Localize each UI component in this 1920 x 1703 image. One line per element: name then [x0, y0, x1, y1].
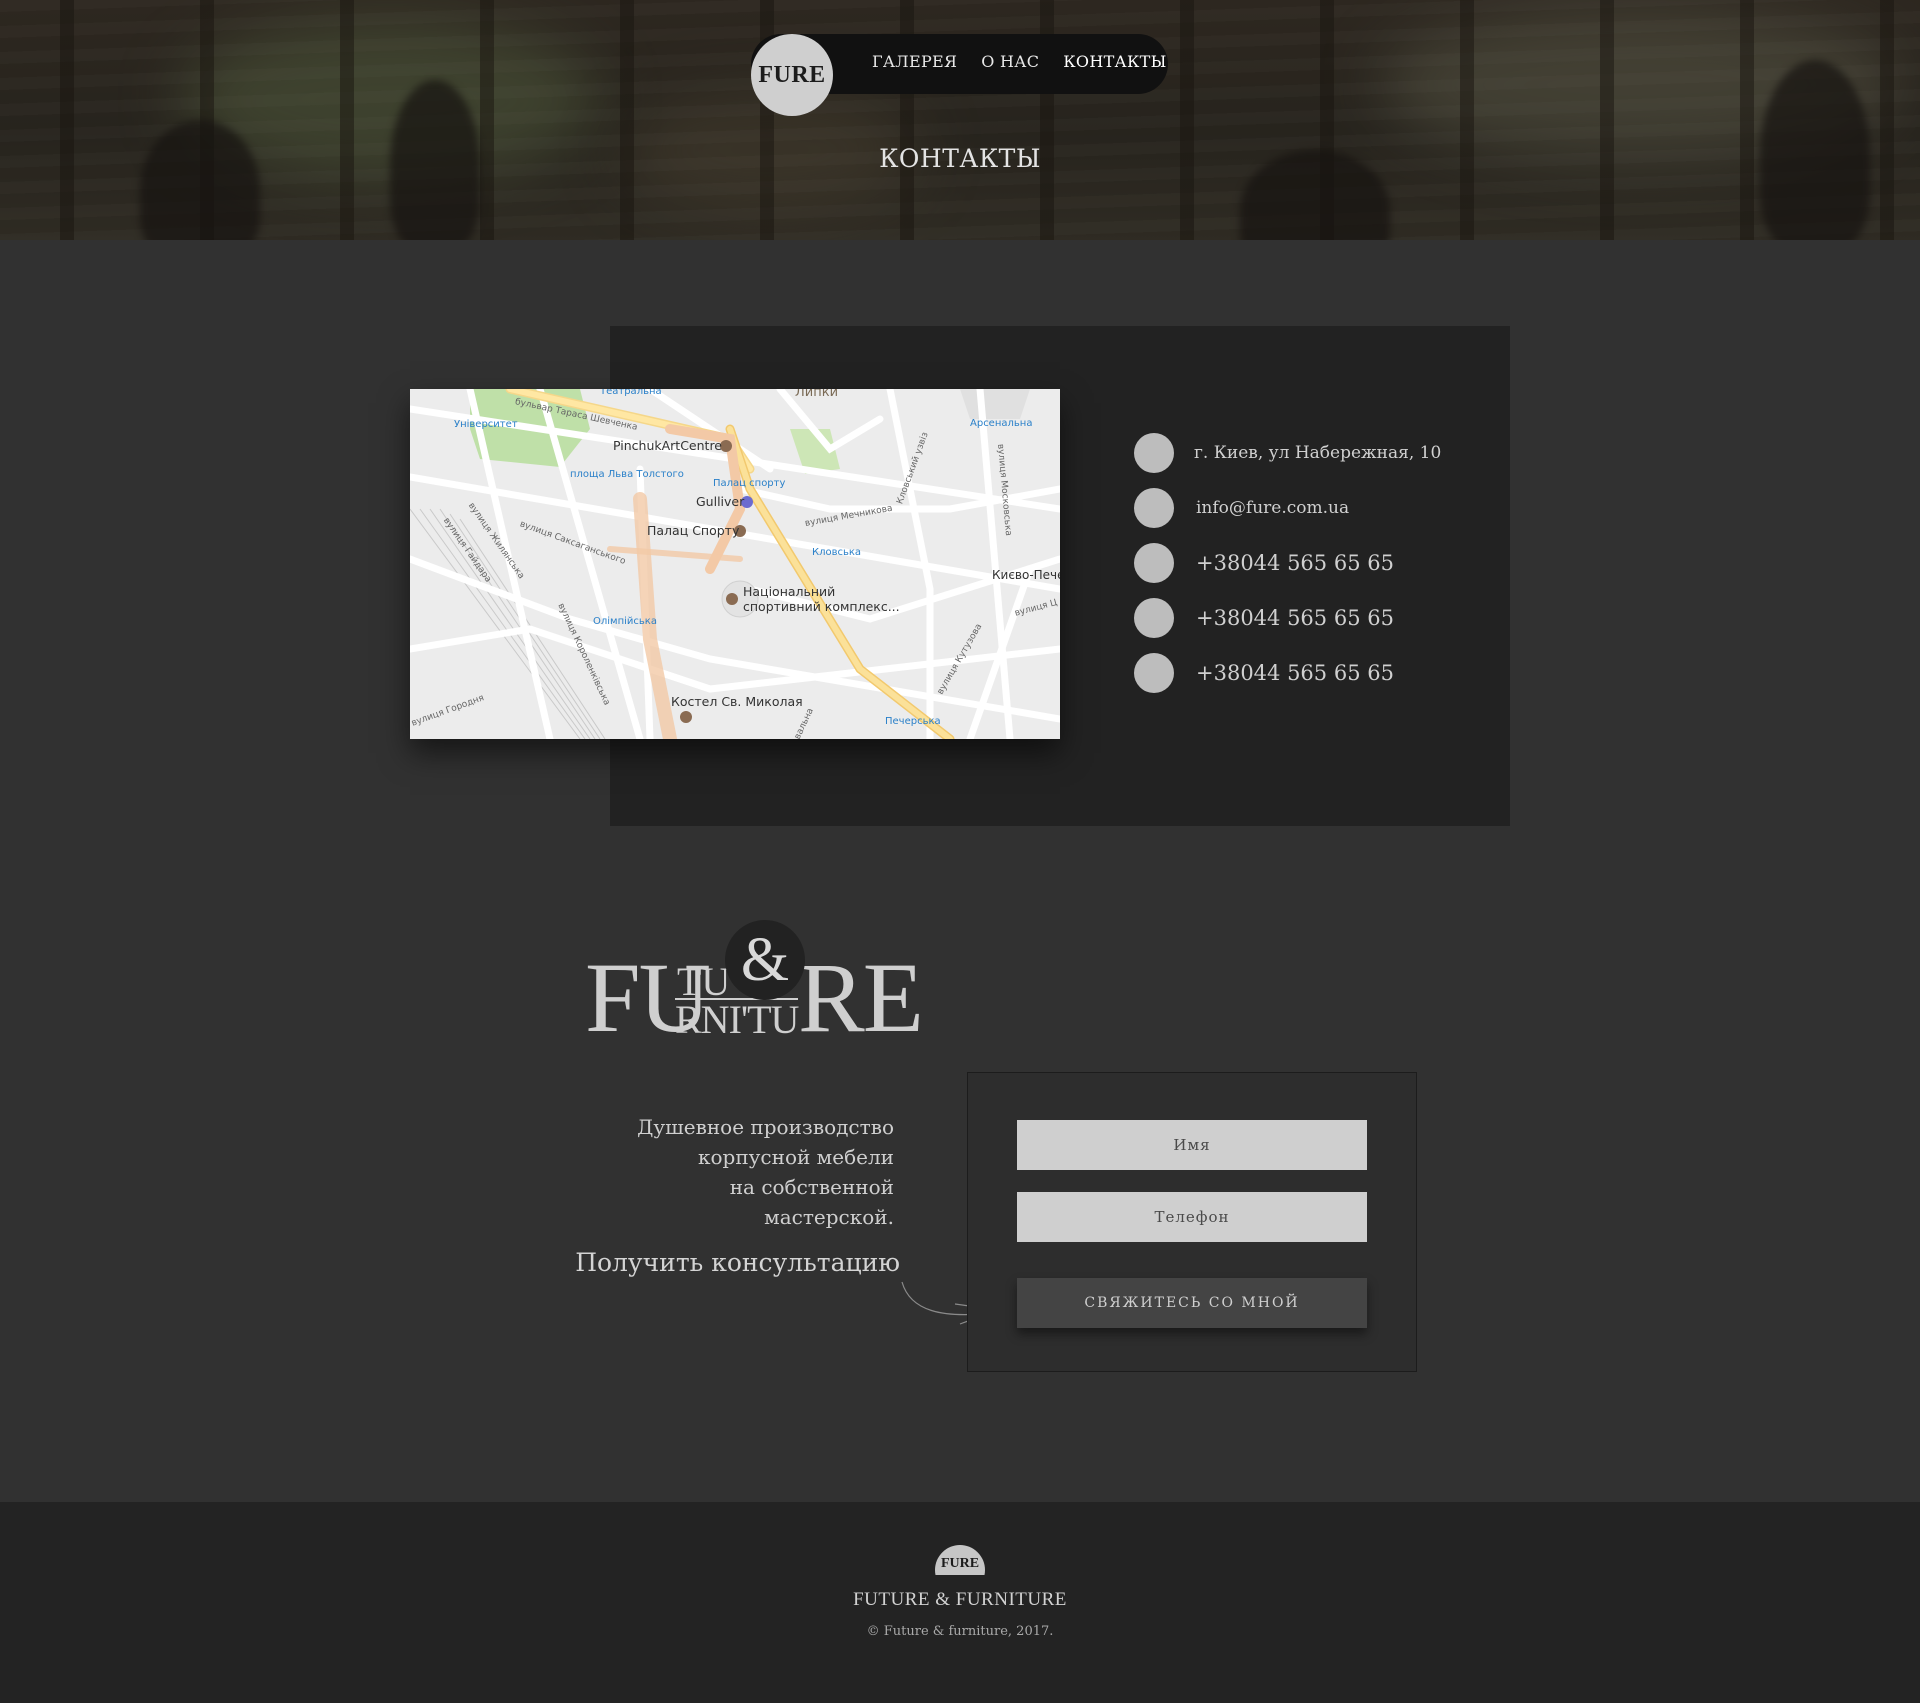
mail-icon: [1134, 488, 1174, 528]
consultation-form: СВЯЖИТЕСЬ СО МНОЙ: [967, 1072, 1417, 1372]
contact-me-button[interactable]: СВЯЖИТЕСЬ СО МНОЙ: [1017, 1278, 1367, 1328]
tagline-line: Душевное производство: [637, 1115, 894, 1139]
footer-logo[interactable]: FURE: [935, 1545, 985, 1575]
logo-re: RE: [798, 942, 924, 1053]
map-label: спортивний комплекс...: [743, 599, 900, 614]
phone-icon: [1134, 653, 1174, 693]
tagline-line: на собственной: [729, 1175, 894, 1199]
map-label: Палац Спорту: [647, 523, 740, 538]
location-map[interactable]: Театральна бульвар Тараса Шевченка Липки…: [410, 389, 1060, 739]
map-label: Липки: [795, 389, 839, 400]
tagline-line: корпусной мебели: [697, 1145, 894, 1169]
nav-logo[interactable]: FURE: [751, 34, 833, 116]
map-label: Костел Св. Миколая: [671, 694, 803, 709]
map-label: Національний: [743, 584, 836, 599]
nav-link-gallery[interactable]: ГАЛЕРЕЯ: [872, 52, 957, 71]
tagline-line: мастерской.: [764, 1205, 894, 1229]
email-link[interactable]: info@fure.com.ua: [1196, 498, 1349, 518]
map-label: Арсенальна: [970, 418, 1033, 429]
footer-copyright: © Future & furniture, 2017.: [866, 1624, 1054, 1639]
footer-logo-text: FURE: [940, 1556, 980, 1571]
phone-field[interactable]: [1017, 1192, 1367, 1242]
phone-link[interactable]: +38044 565 65 65: [1196, 661, 1394, 685]
nav-link-about[interactable]: О НАС: [981, 52, 1039, 71]
page-title: КОНТАКТЫ: [879, 144, 1041, 173]
footer-brand-name: FUTURE & FURNITURE: [853, 1589, 1067, 1610]
map-label: Києво-Пече: [992, 568, 1060, 582]
footer: FURE FUTURE & FURNITURE © Future & furni…: [0, 1502, 1920, 1703]
contact-email[interactable]: info@fure.com.ua: [1134, 488, 1349, 528]
contact-address: г. Киев, ул Набережная, 10: [1134, 433, 1441, 473]
location-icon: [1134, 433, 1174, 473]
phone-link[interactable]: +38044 565 65 65: [1196, 551, 1394, 575]
phone-icon: [1134, 543, 1174, 583]
logo-ampersand: &: [725, 920, 805, 1000]
map-label: Печерська: [885, 716, 941, 727]
name-field[interactable]: [1017, 1120, 1367, 1170]
consult-heading: Получить консультацию: [575, 1248, 900, 1277]
map-label: Палац спорту: [713, 478, 786, 489]
phone-icon: [1134, 598, 1174, 638]
map-label: Gulliver: [696, 494, 745, 509]
logo-tu: TU: [677, 959, 731, 1004]
map-label: площа Льва Толстого: [570, 469, 684, 480]
contact-phone[interactable]: +38044 565 65 65: [1134, 653, 1394, 693]
nav-logo-text: FURE: [758, 61, 826, 88]
nav-links: ГАЛЕРЕЯ О НАС КОНТАКТЫ: [872, 52, 1167, 71]
map-label: Кловська: [812, 547, 862, 558]
brand-logo: FU TU RNI'TU RE &: [585, 920, 924, 1048]
map-label: PinchukArtCentre: [613, 438, 723, 453]
tagline: Душевное производство корпусной мебели н…: [637, 1112, 894, 1232]
nav-link-contacts[interactable]: КОНТАКТЫ: [1063, 52, 1166, 71]
phone-link[interactable]: +38044 565 65 65: [1196, 606, 1394, 630]
address-text: г. Киев, ул Набережная, 10: [1194, 443, 1442, 463]
logo-rni: RNI'TU: [675, 997, 799, 1042]
map-label: Театральна: [600, 389, 662, 397]
map-label: Олімпійська: [593, 616, 657, 627]
contact-phone[interactable]: +38044 565 65 65: [1134, 543, 1394, 583]
map-label: Університет: [454, 419, 518, 430]
contact-phone[interactable]: +38044 565 65 65: [1134, 598, 1394, 638]
